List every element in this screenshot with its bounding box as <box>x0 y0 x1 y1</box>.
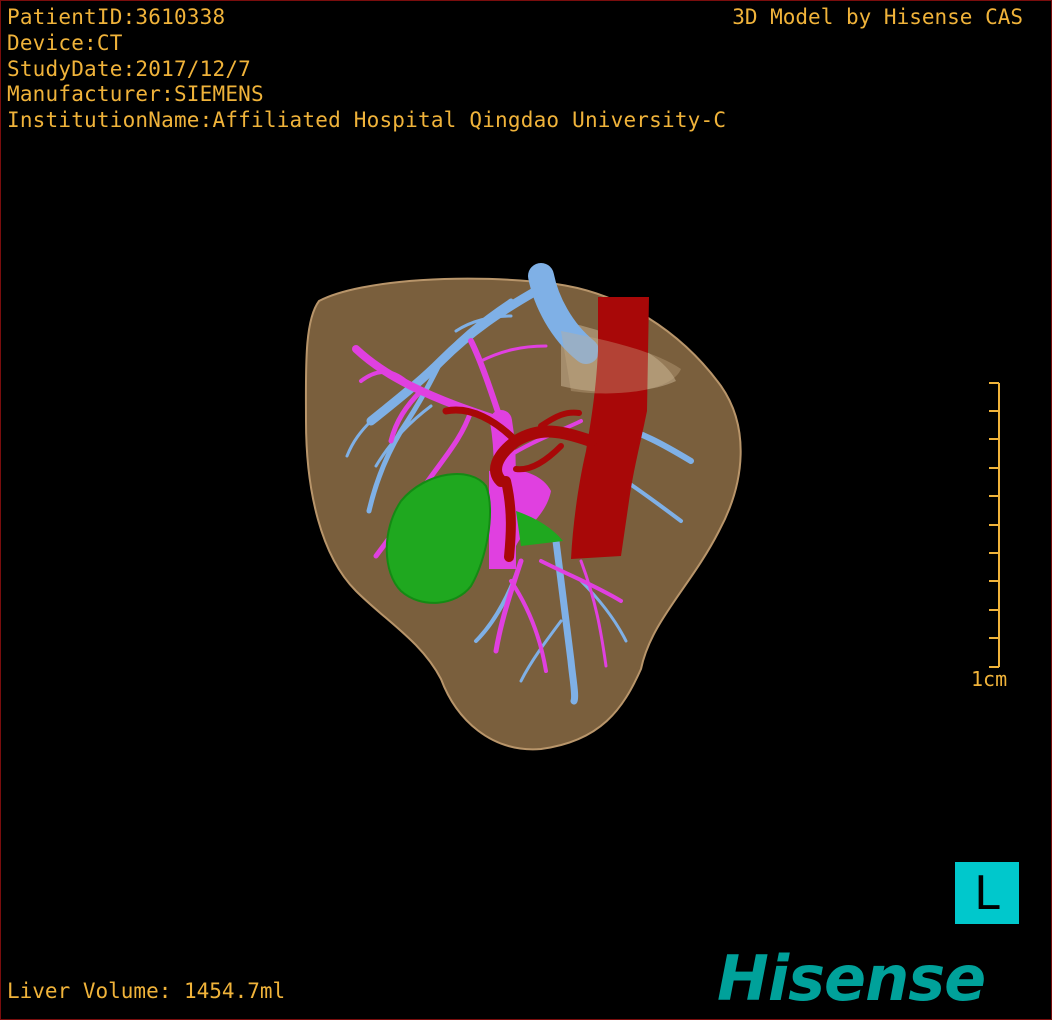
scale-bar-label: 1cm <box>971 667 1008 691</box>
hisense-logo: Hisense <box>717 942 986 1015</box>
manufacturer-text: Manufacturer:SIEMENS <box>7 82 264 106</box>
liver-3d-model[interactable] <box>1 1 1051 1019</box>
model-credit-text: 3D Model by Hisense CAS <box>732 5 1023 29</box>
patient-id-text: PatientID:3610338 <box>7 5 226 29</box>
study-date-text: StudyDate:2017/12/7 <box>7 57 252 81</box>
liver-volume-text: Liver Volume: 1454.7ml <box>7 979 286 1003</box>
3d-viewport[interactable]: PatientID:3610338 Device:CT StudyDate:20… <box>0 0 1052 1020</box>
institution-name-text: InstitutionName:Affiliated Hospital Qing… <box>7 108 727 132</box>
device-text: Device:CT <box>7 31 123 55</box>
orientation-marker: L <box>955 862 1019 924</box>
